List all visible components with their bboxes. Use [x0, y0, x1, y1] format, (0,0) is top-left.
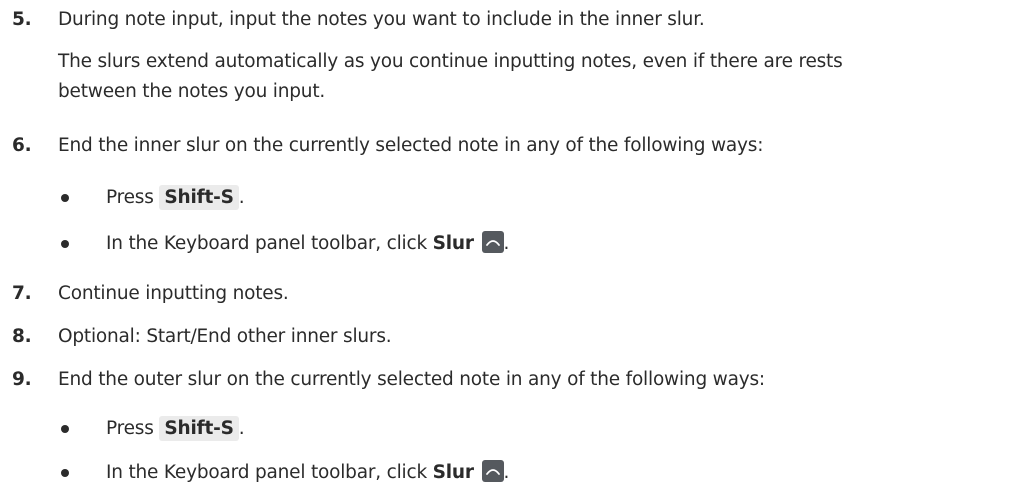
step-text: End the inner slur on the currently sele…: [58, 135, 764, 156]
bullet-icon: [61, 469, 69, 477]
option-suffix: .: [238, 418, 245, 439]
option-prefix: In the Keyboard panel toolbar, click: [106, 462, 427, 483]
option-prefix: Press: [106, 187, 154, 208]
option-prefix: Press: [106, 418, 154, 439]
step-number: 8.: [12, 326, 32, 347]
slur-icon: [481, 231, 504, 253]
instruction-steps: 5. During note input, input the notes yo…: [0, 0, 1029, 486]
step-text: Optional: Start/End other inner slurs.: [58, 326, 392, 347]
slur-icon: [481, 460, 504, 482]
step-text: Continue inputting notes.: [58, 283, 289, 304]
shortcut-key: Shift-S: [159, 416, 239, 441]
step-text: During note input, input the notes you w…: [58, 9, 705, 30]
option-text: Press Shift-S.: [106, 185, 245, 210]
step-number: 6.: [12, 135, 32, 156]
bullet-icon: [61, 194, 69, 202]
step-text: End the outer slur on the currently sele…: [58, 369, 765, 390]
step-note-text: between the notes you input.: [58, 81, 326, 102]
option-prefix: In the Keyboard panel toolbar, click: [106, 233, 427, 254]
shortcut-key: Shift-S: [159, 185, 239, 210]
option-suffix: .: [238, 187, 245, 208]
option-suffix: .: [503, 233, 510, 254]
bullet-icon: [61, 240, 69, 248]
option-text: In the Keyboard panel toolbar, click Slu…: [106, 231, 509, 254]
bullet-icon: [61, 425, 69, 433]
slur-button-label: Slur: [432, 462, 474, 483]
step-number: 9.: [12, 369, 32, 390]
step-note-text: The slurs extend automatically as you co…: [58, 51, 843, 72]
step-number: 7.: [12, 283, 32, 304]
option-suffix: .: [503, 462, 510, 483]
slur-button-label: Slur: [432, 233, 474, 254]
option-text: Press Shift-S.: [106, 416, 245, 441]
step-number: 5.: [12, 9, 32, 30]
option-text: In the Keyboard panel toolbar, click Slu…: [106, 460, 509, 483]
